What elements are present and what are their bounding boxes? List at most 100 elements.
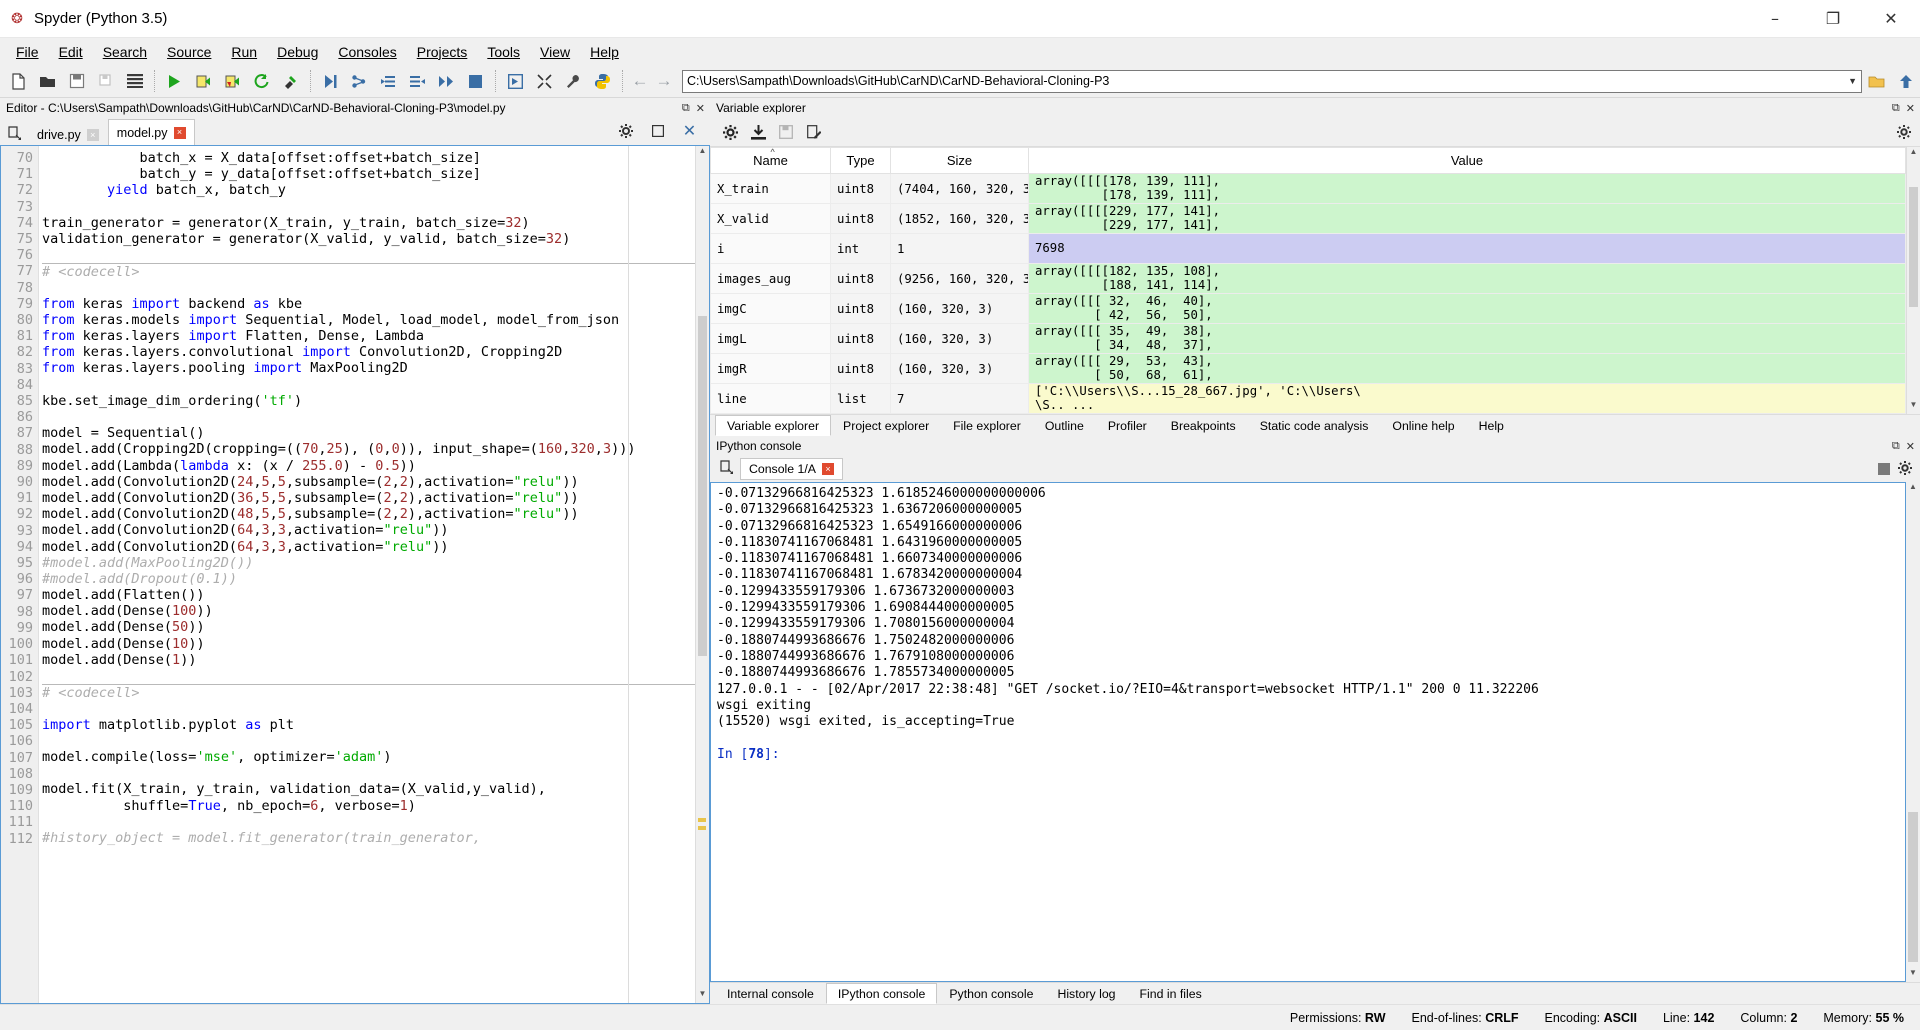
- scroll-up-icon[interactable]: ▲: [1907, 147, 1920, 161]
- editor-vertical-scrollbar[interactable]: ▲ ▼: [695, 146, 709, 1003]
- parent-directory-icon[interactable]: [1891, 67, 1920, 96]
- table-row[interactable]: linelist7['C:\\Users\\S...15_28_667.jpg'…: [711, 384, 1906, 414]
- menu-projects[interactable]: Projects: [407, 40, 478, 64]
- options-gear-icon[interactable]: [718, 120, 742, 144]
- menu-run[interactable]: Run: [221, 40, 267, 64]
- working-directory-combobox[interactable]: C:\Users\Sampath\Downloads\GitHub\CarND\…: [682, 70, 1862, 93]
- settings-gear-icon[interactable]: [1896, 120, 1920, 144]
- scroll-down-icon[interactable]: ▼: [1907, 400, 1920, 414]
- code-editor[interactable]: 7071727374757677787980818283848586878889…: [0, 145, 710, 1004]
- python-path-icon[interactable]: [588, 67, 617, 96]
- table-row[interactable]: imgRuint8(160, 320, 3)array([[[ 29, 53, …: [711, 354, 1906, 384]
- preferences-icon[interactable]: [559, 67, 588, 96]
- browse-directory-icon[interactable]: [1862, 67, 1891, 96]
- menu-debug[interactable]: Debug: [267, 40, 328, 64]
- console-input-prompt[interactable]: In [78]:: [717, 747, 1899, 763]
- variable-explorer-table-area[interactable]: ^ Name Type Size Value X_trainuint8(7404…: [710, 146, 1920, 414]
- scroll-up-icon[interactable]: ▲: [696, 146, 709, 160]
- menu-edit[interactable]: Edit: [49, 40, 93, 64]
- step-into-icon[interactable]: [374, 67, 403, 96]
- tab-find-in-files[interactable]: Find in files: [1128, 983, 1214, 1004]
- variable-explorer-scrollbar[interactable]: ▲ ▼: [1906, 147, 1920, 414]
- step-over-icon[interactable]: [345, 67, 374, 96]
- column-header-size[interactable]: Size: [891, 148, 1029, 174]
- import-data-icon[interactable]: [746, 120, 770, 144]
- menu-search[interactable]: Search: [93, 40, 157, 64]
- table-row[interactable]: imgCuint8(160, 320, 3)array([[[ 32, 46, …: [711, 294, 1906, 324]
- save-file-icon[interactable]: [62, 67, 91, 96]
- scroll-down-icon[interactable]: ▼: [1906, 968, 1920, 982]
- tab-history-log[interactable]: History log: [1045, 983, 1127, 1004]
- re-run-icon[interactable]: [247, 67, 276, 96]
- scrollbar-thumb[interactable]: [1909, 187, 1918, 307]
- scroll-down-icon[interactable]: ▼: [696, 989, 709, 1003]
- undock-editor-icon[interactable]: [643, 116, 672, 145]
- table-row[interactable]: imgLuint8(160, 320, 3)array([[[ 35, 49, …: [711, 324, 1906, 354]
- menu-tools[interactable]: Tools: [477, 40, 530, 64]
- tab-help[interactable]: Help: [1467, 415, 1516, 436]
- chevron-down-icon[interactable]: ▼: [1848, 76, 1857, 86]
- browse-tabs-icon[interactable]: [2, 121, 28, 145]
- settings-gear-icon[interactable]: [1898, 461, 1912, 478]
- undock-icon[interactable]: ⧉: [682, 102, 690, 115]
- table-row[interactable]: iint17698: [711, 234, 1906, 264]
- column-header-type[interactable]: Type: [831, 148, 891, 174]
- tab-breakpoints[interactable]: Breakpoints: [1159, 415, 1248, 436]
- code-content[interactable]: batch_x = X_data[offset:offset+batch_siz…: [39, 146, 695, 1003]
- undock-icon[interactable]: ⧉: [1892, 440, 1900, 453]
- nav-back-icon[interactable]: ←: [628, 71, 652, 91]
- save-data-icon[interactable]: [774, 120, 798, 144]
- editor-tab-drive[interactable]: drive.py ×: [28, 123, 108, 146]
- configure-run-icon[interactable]: [276, 67, 305, 96]
- run-cell-advance-icon[interactable]: [218, 67, 247, 96]
- menu-source[interactable]: Source: [157, 40, 221, 64]
- maximize-pane-icon[interactable]: [530, 67, 559, 96]
- menu-file[interactable]: File: [6, 40, 49, 64]
- menu-help[interactable]: Help: [580, 40, 629, 64]
- variable-table[interactable]: ^ Name Type Size Value X_trainuint8(7404…: [710, 147, 1906, 414]
- close-pane-icon[interactable]: ✕: [1906, 440, 1915, 453]
- tab-project-explorer[interactable]: Project explorer: [831, 415, 941, 436]
- file-switcher-icon[interactable]: [120, 67, 149, 96]
- open-file-icon[interactable]: [33, 67, 62, 96]
- close-tab-icon[interactable]: ×: [174, 127, 186, 139]
- tab-python-console[interactable]: Python console: [937, 983, 1045, 1004]
- debug-file-icon[interactable]: [316, 67, 345, 96]
- continue-icon[interactable]: [432, 67, 461, 96]
- minimize-button[interactable]: –: [1746, 0, 1804, 38]
- save-as-icon[interactable]: [802, 120, 826, 144]
- nav-forward-icon[interactable]: →: [652, 71, 676, 91]
- step-return-icon[interactable]: [403, 67, 432, 96]
- close-tab-icon[interactable]: ×: [87, 129, 99, 141]
- column-header-value[interactable]: Value: [1029, 148, 1906, 174]
- close-pane-icon[interactable]: ✕: [1906, 102, 1915, 115]
- close-pane-icon[interactable]: ✕: [696, 102, 705, 115]
- tab-variable-explorer[interactable]: Variable explorer: [715, 415, 831, 436]
- scrollbar-thumb[interactable]: [698, 316, 707, 656]
- tab-online-help[interactable]: Online help: [1380, 415, 1466, 436]
- tab-ipython-console[interactable]: IPython console: [826, 983, 938, 1004]
- scroll-up-icon[interactable]: ▲: [1906, 482, 1920, 496]
- console-scrollbar[interactable]: ▲ ▼: [1906, 482, 1920, 982]
- menu-consoles[interactable]: Consoles: [328, 40, 406, 64]
- stop-icon[interactable]: [1878, 463, 1890, 475]
- tab-internal-console[interactable]: Internal console: [715, 983, 826, 1004]
- run-cell-icon[interactable]: [189, 67, 218, 96]
- close-editor-icon[interactable]: ✕: [675, 116, 704, 145]
- options-gear-icon[interactable]: [611, 116, 640, 145]
- close-button[interactable]: ✕: [1862, 0, 1920, 38]
- new-file-icon[interactable]: [4, 67, 33, 96]
- table-row[interactable]: X_trainuint8(7404, 160, 320, 3)array([[[…: [711, 174, 1906, 204]
- maximize-button[interactable]: ❐: [1804, 0, 1862, 38]
- tab-outline[interactable]: Outline: [1033, 415, 1096, 436]
- browse-tabs-icon[interactable]: [714, 460, 740, 478]
- run-file-icon[interactable]: [160, 67, 189, 96]
- column-header-name[interactable]: ^ Name: [711, 148, 831, 174]
- save-all-icon[interactable]: [91, 67, 120, 96]
- run-selection-icon[interactable]: [501, 67, 530, 96]
- undock-icon[interactable]: ⧉: [1892, 102, 1900, 115]
- stop-debug-icon[interactable]: [461, 67, 490, 96]
- close-console-tab-icon[interactable]: ×: [822, 463, 834, 475]
- menu-view[interactable]: View: [530, 40, 580, 64]
- editor-tab-model[interactable]: model.py ×: [108, 119, 195, 145]
